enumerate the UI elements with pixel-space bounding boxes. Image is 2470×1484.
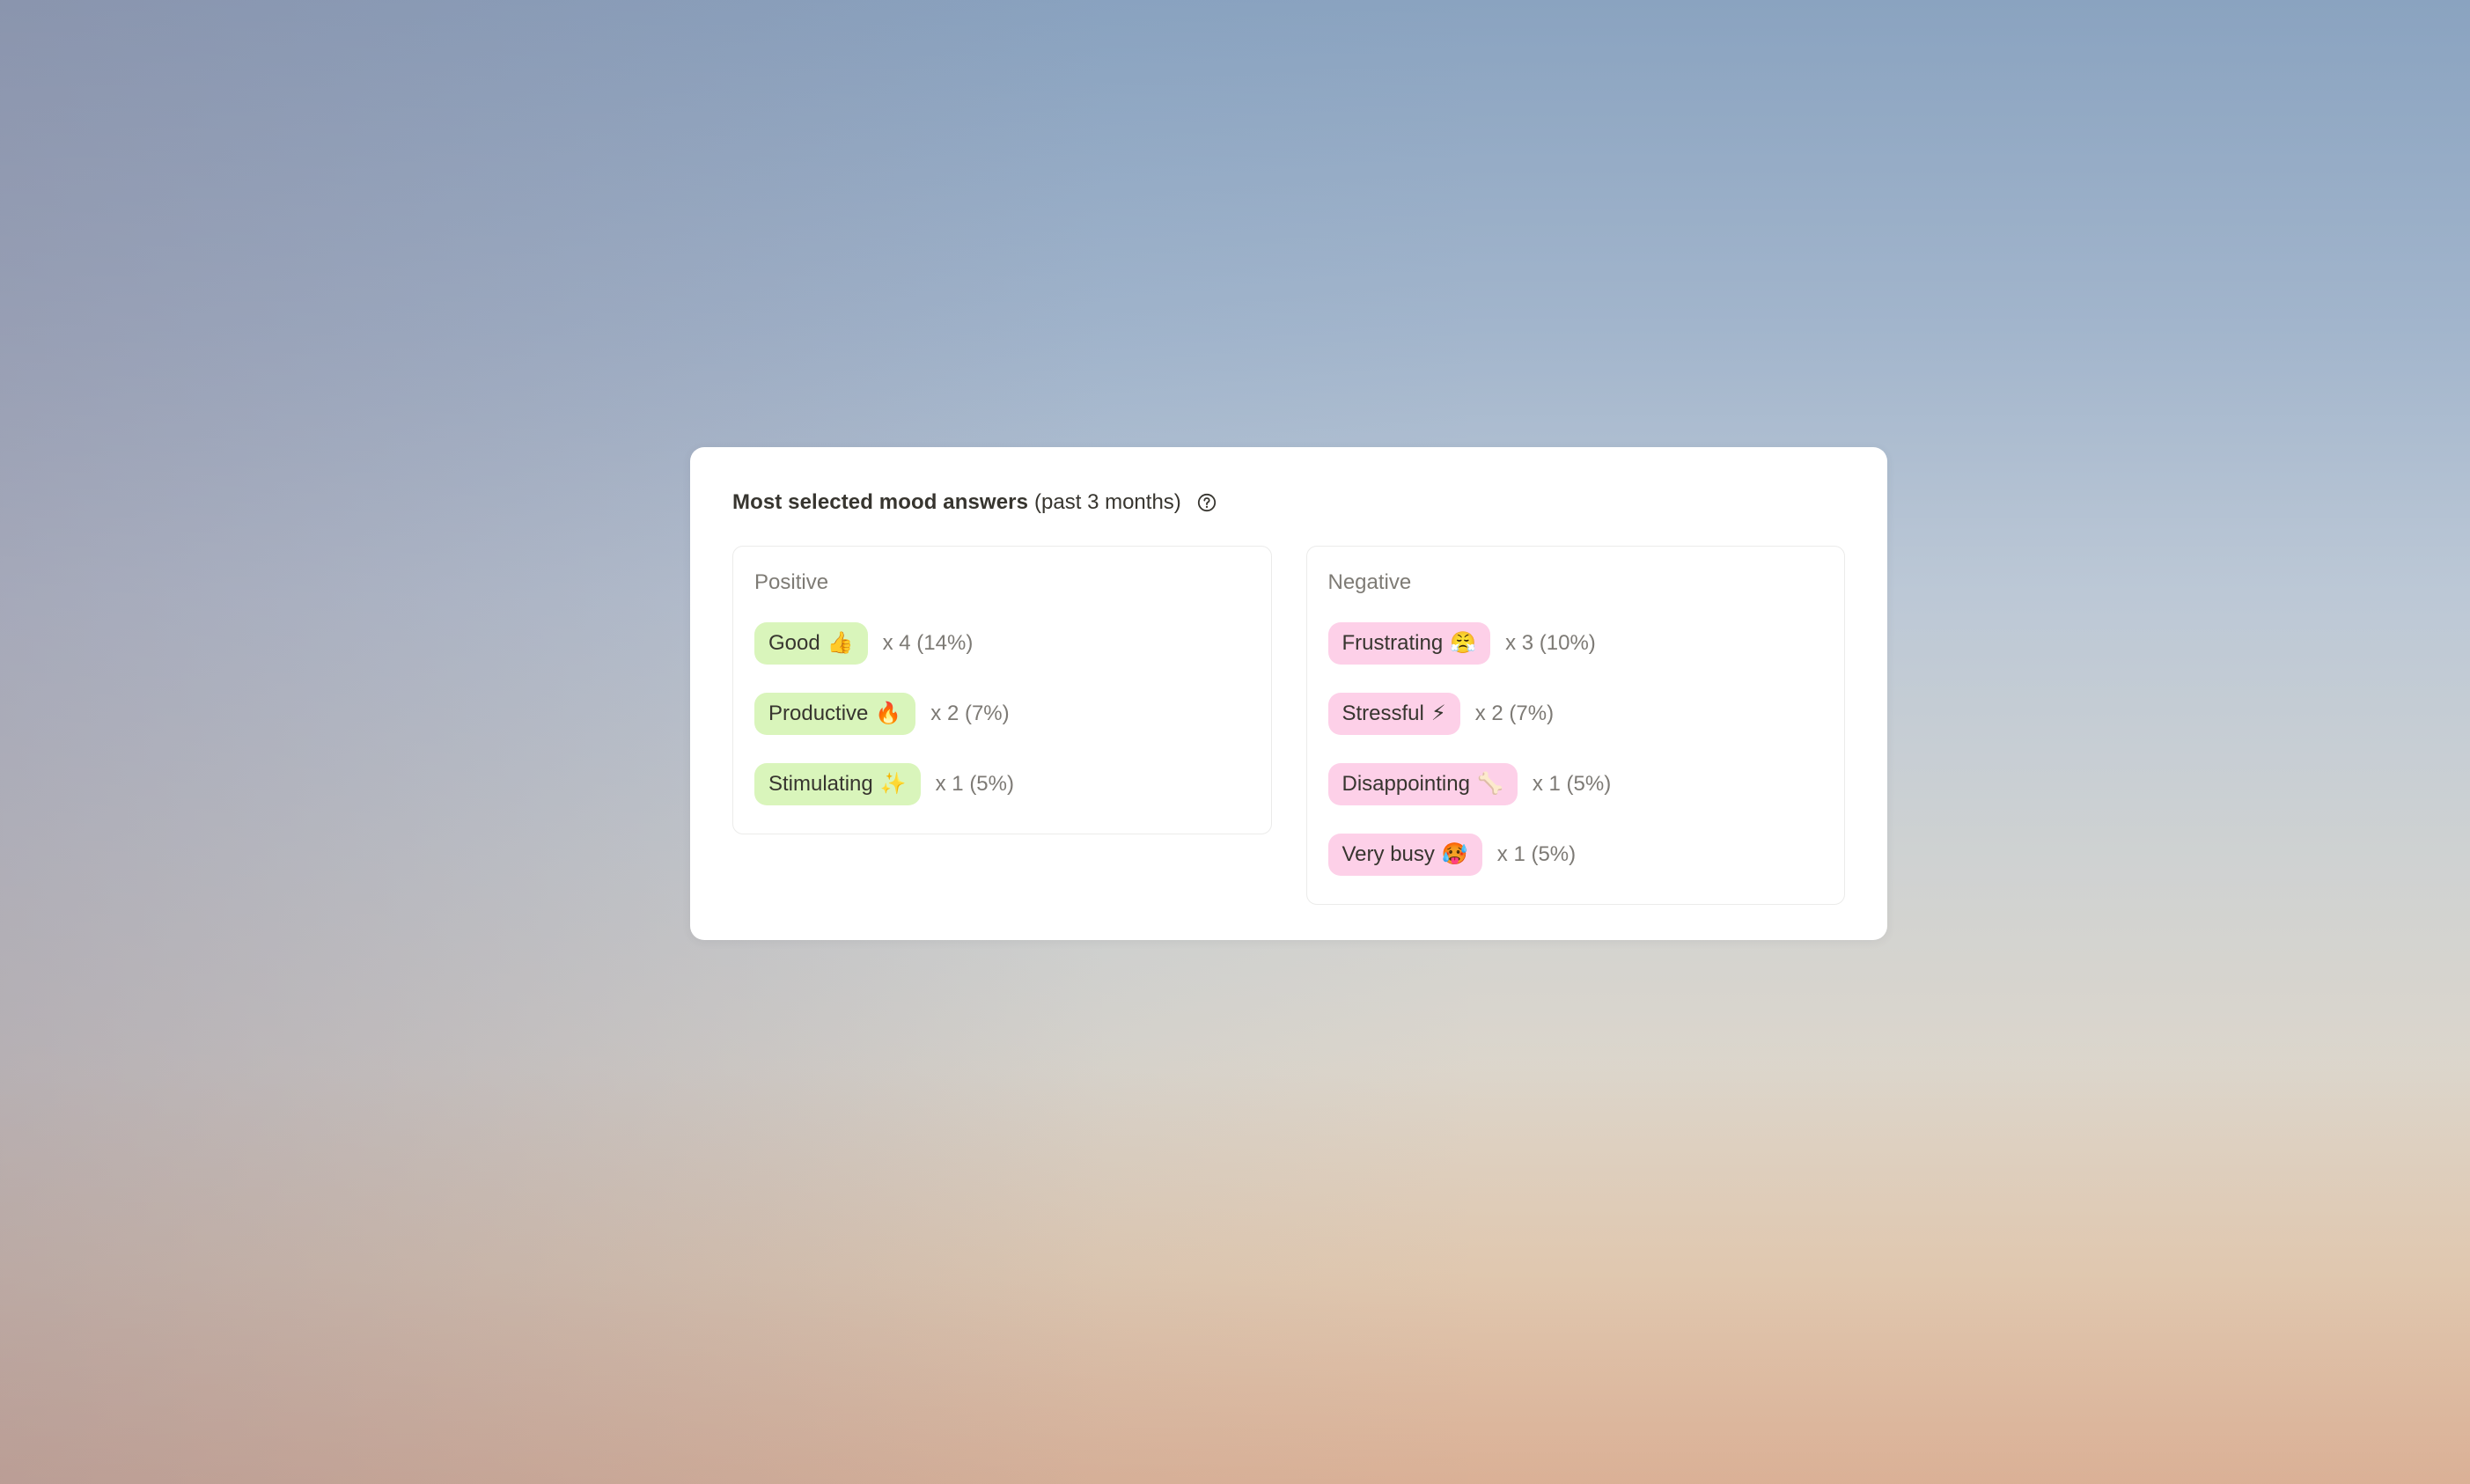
positive-panel-title: Positive <box>754 570 829 594</box>
mood-count: x 1 (5%) <box>1497 842 1576 867</box>
count-value: x 1 <box>1496 842 1525 866</box>
question-circle-icon[interactable] <box>1197 493 1217 512</box>
count-value: x 2 <box>930 702 959 725</box>
mood-row: Stressful ⚡ x 2 (7%) <box>1327 693 1824 735</box>
count-value: x 3 <box>1505 631 1534 655</box>
widget-header: Most selected mood answers (past 3 month… <box>732 488 1845 518</box>
hot-face-icon: 🥵 <box>1441 842 1468 866</box>
fire-icon: 🔥 <box>875 702 902 725</box>
mood-row: Disappointing 🦴 x 1 (5%) <box>1327 763 1824 805</box>
negative-panel-title: Negative <box>1327 570 1412 594</box>
mood-label: Disappointing <box>1342 772 1470 796</box>
percent-value: (5%) <box>1531 842 1577 866</box>
mood-count: x 1 (5%) <box>936 772 1014 797</box>
mood-row: Frustrating 😤 x 3 (10%) <box>1327 622 1824 665</box>
negative-panel: Negative Frustrating 😤 x 3 (10%) Stressf… <box>1305 546 1845 905</box>
mood-panels: Positive Good 👍 x 4 (14%) Productive 🔥 x… <box>732 546 1845 905</box>
mood-pill-frustrating[interactable]: Frustrating 😤 <box>1327 622 1491 665</box>
mood-answers-widget: Most selected mood answers (past 3 month… <box>690 447 1887 940</box>
mood-pill-very-busy[interactable]: Very busy 🥵 <box>1327 834 1482 876</box>
mood-count: x 3 (10%) <box>1505 631 1596 656</box>
mood-row: Stimulating ✨ x 1 (5%) <box>754 763 1250 805</box>
widget-title: Most selected mood answers <box>732 490 1029 514</box>
mood-pill-productive[interactable]: Productive 🔥 <box>754 693 916 735</box>
percent-value: (5%) <box>1566 772 1612 796</box>
mood-row: Very busy 🥵 x 1 (5%) <box>1327 834 1824 876</box>
mood-label: Very busy <box>1342 842 1435 866</box>
count-value: x 1 <box>1532 772 1561 796</box>
mood-row: Productive 🔥 x 2 (7%) <box>754 693 1250 735</box>
percent-value: (7%) <box>1509 702 1555 725</box>
mood-count: x 2 (7%) <box>1475 702 1554 726</box>
widget-subtitle: (past 3 months) <box>1034 490 1181 514</box>
count-value: x 1 <box>935 772 964 796</box>
positive-panel: Positive Good 👍 x 4 (14%) Productive 🔥 x… <box>732 546 1272 834</box>
percent-value: (14%) <box>916 631 974 655</box>
mood-count: x 1 (5%) <box>1533 772 1611 797</box>
mood-label: Frustrating <box>1342 631 1444 655</box>
mood-label: Productive <box>768 702 869 725</box>
mood-count: x 4 (14%) <box>883 631 974 656</box>
mood-label: Good <box>768 631 820 655</box>
percent-value: (7%) <box>964 702 1010 725</box>
mood-pill-stressful[interactable]: Stressful ⚡ <box>1327 693 1460 735</box>
mood-label: Stressful <box>1342 702 1424 725</box>
mood-row: Good 👍 x 4 (14%) <box>754 622 1250 665</box>
mood-pill-stimulating[interactable]: Stimulating ✨ <box>754 763 921 805</box>
count-value: x 4 <box>882 631 911 655</box>
thumbs-up-icon: 👍 <box>827 631 854 655</box>
mood-pill-disappointing[interactable]: Disappointing 🦴 <box>1327 763 1518 805</box>
count-value: x 2 <box>1474 702 1503 725</box>
bone-icon: 🦴 <box>1476 772 1503 796</box>
sparkles-icon: ✨ <box>879 772 907 796</box>
percent-value: (5%) <box>969 772 1014 796</box>
mood-pill-good[interactable]: Good 👍 <box>754 622 868 665</box>
percent-value: (10%) <box>1539 631 1596 655</box>
mood-label: Stimulating <box>768 772 873 796</box>
mood-count: x 2 (7%) <box>930 702 1009 726</box>
lightning-icon: ⚡ <box>1430 702 1446 725</box>
steam-face-icon: 😤 <box>1450 631 1477 655</box>
